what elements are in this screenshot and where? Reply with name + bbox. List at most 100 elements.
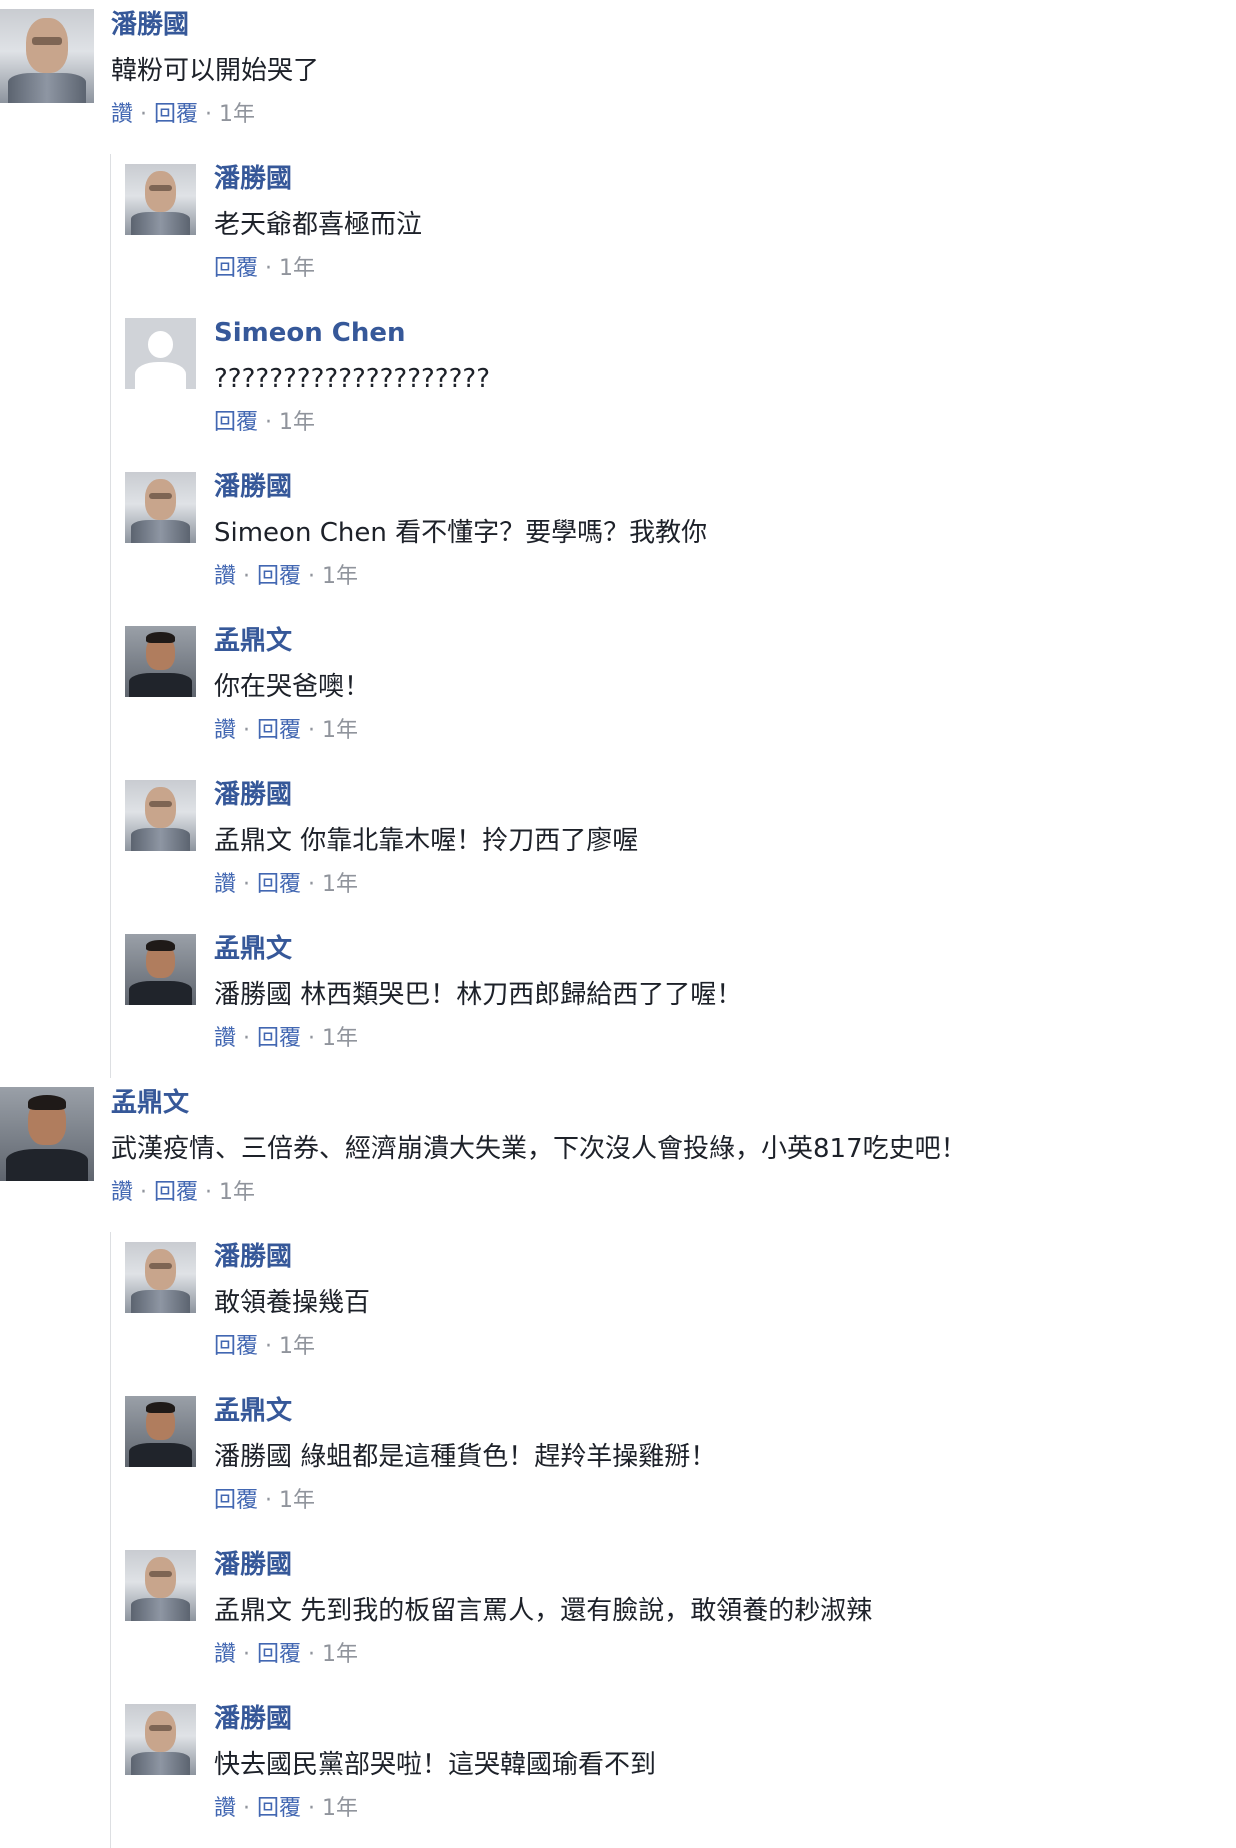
author-name-link[interactable]: 潘勝國 (214, 1240, 370, 1274)
comment-body: 潘勝國 孟鼎文 你靠北靠木喔！拎刀西了廖喔讚 · 回覆 · 1年 (214, 770, 638, 900)
author-name-link[interactable]: 潘勝國 (111, 8, 319, 42)
comment-actions: 讚 · 回覆 · 1年 (111, 1178, 967, 1208)
reply-link[interactable]: 回覆 (257, 1026, 301, 1051)
reply-list: 潘勝國 敢領養操幾百 回覆 · 1年孟鼎文潘勝國 綠蛆都是這種貨色！趕羚羊操雞掰！ 回… (0, 1232, 1236, 1848)
avatar-default[interactable] (125, 318, 196, 389)
author-name-link[interactable]: 孟鼎文 (214, 624, 370, 658)
separator-dot: · (301, 1796, 322, 1821)
avatar-pan[interactable] (125, 1704, 196, 1775)
timestamp[interactable]: 1年 (322, 718, 358, 743)
reply-link[interactable]: 回覆 (257, 564, 301, 589)
reply-item: 潘勝國快去國民黨部哭啦！這哭韓國瑜看不到讚 · 回覆 · 1年 (125, 1694, 1236, 1848)
author-name-link[interactable]: 潘勝國 (214, 1702, 656, 1736)
like-link[interactable]: 讚 (214, 1642, 236, 1667)
like-link[interactable]: 讚 (214, 1026, 236, 1051)
comment-actions: 回覆 · 1年 (214, 408, 490, 438)
avatar-meng[interactable] (125, 626, 196, 697)
timestamp[interactable]: 1年 (322, 1796, 358, 1821)
comment-actions: 讚 · 回覆 · 1年 (111, 100, 319, 130)
reply-link[interactable]: 回覆 (257, 718, 301, 743)
comment-body: 潘勝國韓粉可以開始哭了讚 · 回覆 · 1年 (111, 0, 319, 130)
timestamp[interactable]: 1年 (279, 410, 315, 435)
comment-feed: 潘勝國 韓粉可以開始哭了讚 · 回覆 · 1年 潘勝國 老天爺都喜極而泣 回覆 · 1年… (0, 0, 1236, 1848)
reply-link[interactable]: 回覆 (214, 1488, 258, 1513)
thread-connector-line (110, 154, 111, 1078)
timestamp[interactable]: 1年 (322, 1642, 358, 1667)
author-name-link[interactable]: 潘勝國 (214, 1548, 872, 1582)
avatar-meng[interactable] (0, 1087, 94, 1181)
author-name-link[interactable]: 潘勝國 (214, 778, 638, 812)
separator-dot: · (236, 1796, 257, 1821)
comment-body: 潘勝國 Simeon Chen 看不懂字？要學嗎？我教你讚 · 回覆 · 1年 (214, 462, 707, 592)
reply-list: 潘勝國 老天爺都喜極而泣 回覆 · 1年 Simeon Chen???????????… (0, 154, 1236, 1078)
reply-link[interactable]: 回覆 (214, 1334, 258, 1359)
comment-body: 孟鼎文 你在哭爸噢！ 讚 · 回覆 · 1年 (214, 616, 370, 746)
author-name-link[interactable]: 孟鼎文 (214, 932, 742, 966)
separator-dot: · (236, 872, 257, 897)
timestamp[interactable]: 1年 (279, 256, 315, 281)
comment-thread: 潘勝國 韓粉可以開始哭了讚 · 回覆 · 1年 潘勝國 老天爺都喜極而泣 回覆 · 1年… (0, 0, 1236, 1078)
comment-text: 快去國民黨部哭啦！這哭韓國瑜看不到 (214, 1750, 657, 1780)
reply-item: 潘勝國 敢領養操幾百 回覆 · 1年 (125, 1232, 1236, 1386)
avatar-pan[interactable] (125, 1242, 196, 1313)
like-link[interactable]: 讚 (214, 872, 236, 897)
author-name-link[interactable]: 潘勝國 (214, 470, 707, 504)
comment-text: 老天爺都喜極而泣 (214, 210, 423, 240)
comment-actions: 讚 · 回覆 · 1年 (214, 1640, 872, 1670)
separator-dot: · (198, 102, 219, 127)
reply-item: 潘勝國 孟鼎文 你靠北靠木喔！拎刀西了廖喔讚 · 回覆 · 1年 (125, 770, 1236, 924)
like-link[interactable]: 讚 (214, 718, 236, 743)
comment-item: 孟鼎文 武漢疫情、三倍券、經濟崩潰大失業，下次沒人會投綠，小英817吃史吧！ 讚 ·… (0, 1078, 1236, 1232)
comment-text: 孟鼎文 先到我的板留言罵人，還有臉說，敢領養的耖淑辣 (214, 1596, 873, 1626)
avatar-pan[interactable] (125, 780, 196, 851)
comment-text: ???????????????????? (214, 364, 490, 394)
avatar-pan[interactable] (0, 9, 94, 103)
comment-body: 潘勝國快去國民黨部哭啦！這哭韓國瑜看不到讚 · 回覆 · 1年 (214, 1694, 656, 1824)
comment-actions: 回覆 · 1年 (214, 254, 422, 284)
like-link[interactable]: 讚 (214, 564, 236, 589)
comment-actions: 回覆 · 1年 (214, 1332, 370, 1362)
comment-body: 孟鼎文潘勝國 綠蛆都是這種貨色！趕羚羊操雞掰！ 回覆 · 1年 (214, 1386, 716, 1516)
avatar-pan[interactable] (125, 472, 196, 543)
separator-dot: · (301, 718, 322, 743)
reply-link[interactable]: 回覆 (154, 102, 198, 127)
avatar-pan[interactable] (125, 1550, 196, 1621)
timestamp[interactable]: 1年 (219, 1180, 255, 1205)
avatar-meng[interactable] (125, 934, 196, 1005)
comment-actions: 讚 · 回覆 · 1年 (214, 562, 707, 592)
separator-dot: · (258, 1488, 279, 1513)
comment-text: 潘勝國 綠蛆都是這種貨色！趕羚羊操雞掰！ (214, 1442, 717, 1472)
author-name-link[interactable]: 孟鼎文 (111, 1086, 967, 1120)
reply-link[interactable]: 回覆 (257, 1796, 301, 1821)
like-link[interactable]: 讚 (214, 1796, 236, 1821)
author-name-link[interactable]: Simeon Chen (214, 316, 490, 350)
author-name-link[interactable]: 潘勝國 (214, 162, 422, 196)
timestamp[interactable]: 1年 (322, 1026, 358, 1051)
reply-link[interactable]: 回覆 (214, 256, 258, 281)
timestamp[interactable]: 1年 (279, 1488, 315, 1513)
like-link[interactable]: 讚 (111, 102, 133, 127)
comment-text: 潘勝國 林西類哭巴！林刀西郎歸給西了了喔！ (214, 980, 743, 1010)
separator-dot: · (258, 1334, 279, 1359)
comment-thread: 孟鼎文 武漢疫情、三倍券、經濟崩潰大失業，下次沒人會投綠，小英817吃史吧！讚 ·… (0, 1078, 1236, 1848)
separator-dot: · (236, 1026, 257, 1051)
author-name-link[interactable]: 孟鼎文 (214, 1394, 716, 1428)
reply-link[interactable]: 回覆 (154, 1180, 198, 1205)
like-link[interactable]: 讚 (111, 1180, 133, 1205)
separator-dot: · (258, 410, 279, 435)
reply-link[interactable]: 回覆 (214, 410, 258, 435)
avatar-pan[interactable] (125, 164, 196, 235)
reply-link[interactable]: 回覆 (257, 1642, 301, 1667)
reply-item: 潘勝國老天爺都喜極而泣 回覆 · 1年 (125, 154, 1236, 308)
reply-item: Simeon Chen???????????????????? 回覆 · 1年 (125, 308, 1236, 462)
reply-item: 潘勝國孟鼎文 先到我的板留言罵人，還有臉說，敢領養的耖淑辣讚 · 回覆 · 1年 (125, 1540, 1236, 1694)
timestamp[interactable]: 1年 (322, 872, 358, 897)
timestamp[interactable]: 1年 (322, 564, 358, 589)
comment-text: 韓粉可以開始哭了 (111, 56, 320, 86)
timestamp[interactable]: 1年 (219, 102, 255, 127)
reply-item: 潘勝國 Simeon Chen 看不懂字？要學嗎？我教你讚 · 回覆 · 1年 (125, 462, 1236, 616)
timestamp[interactable]: 1年 (279, 1334, 315, 1359)
reply-link[interactable]: 回覆 (257, 872, 301, 897)
avatar-meng[interactable] (125, 1396, 196, 1467)
separator-dot: · (198, 1180, 219, 1205)
